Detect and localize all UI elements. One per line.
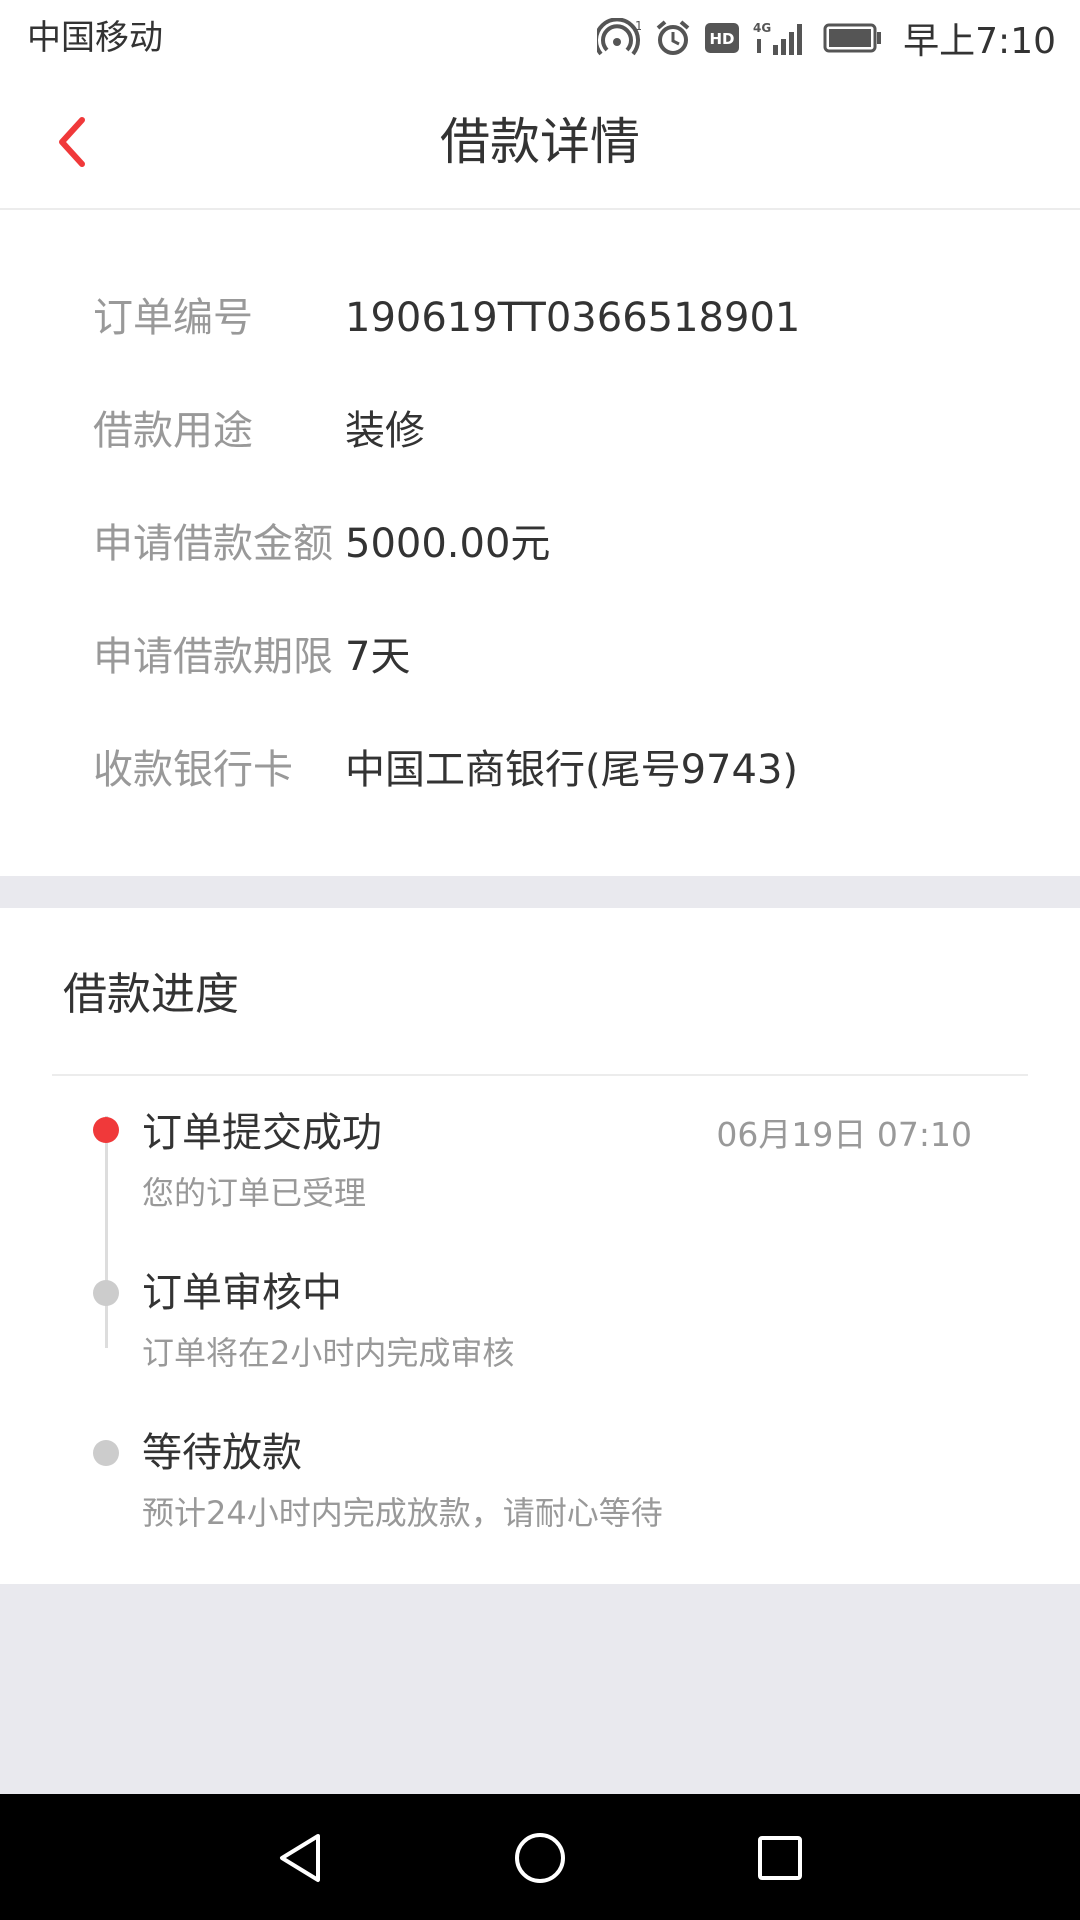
detail-value: 装修 xyxy=(345,408,425,454)
detail-value: 5000.00元 xyxy=(345,521,551,567)
detail-value: 7天 xyxy=(345,634,411,680)
page-title: 借款详情 xyxy=(440,113,640,171)
system-navigation-bar xyxy=(0,1794,1080,1920)
detail-label: 借款用途 xyxy=(93,408,253,454)
step-time: 06月19日 07:10 xyxy=(716,1115,972,1154)
detail-label: 申请借款金额 xyxy=(93,521,333,567)
alarm-icon xyxy=(656,20,690,55)
signal-icon: 4G xyxy=(753,21,803,55)
step-dot xyxy=(93,1440,119,1466)
nav-recents-button[interactable] xyxy=(744,1822,816,1894)
step-dot xyxy=(93,1280,119,1306)
detail-row-bank-card: 收款银行卡 中国工商银行(尾号9743) xyxy=(0,740,1080,800)
status-bar: 中国移动 1 HD 4G 早上7:10 xyxy=(0,0,1080,76)
square-recents-icon xyxy=(758,1836,802,1880)
step-title: 订单提交成功 xyxy=(142,1110,382,1156)
nav-back-button[interactable] xyxy=(264,1822,336,1894)
detail-value: 中国工商银行(尾号9743) xyxy=(345,747,799,793)
progress-step-submitted: 订单提交成功 06月19日 07:10 您的订单已受理 xyxy=(0,1103,1080,1223)
progress-step-awaiting-disbursement: 等待放款 预计24小时内完成放款，请耐心等待 xyxy=(0,1423,1080,1543)
nav-home-button[interactable] xyxy=(504,1822,576,1894)
status-icons: 1 HD 4G 早上7:10 xyxy=(597,10,1056,66)
hotspot-icon: 1 xyxy=(597,18,641,56)
circle-home-icon xyxy=(515,1833,565,1883)
detail-row-loan-term: 申请借款期限 7天 xyxy=(0,627,1080,687)
divider xyxy=(52,1074,1028,1076)
status-time: 早上7:10 xyxy=(903,21,1056,62)
detail-row-loan-amount: 申请借款金额 5000.00元 xyxy=(0,514,1080,574)
detail-label: 收款银行卡 xyxy=(93,747,293,793)
triangle-back-icon xyxy=(280,1834,320,1882)
step-dot-active xyxy=(93,1117,119,1143)
loan-details-card: 订单编号 190619TT0366518901 借款用途 装修 申请借款金额 5… xyxy=(0,210,1080,876)
step-desc: 您的订单已受理 xyxy=(142,1174,367,1212)
svg-text:1: 1 xyxy=(635,19,641,33)
progress-step-reviewing: 订单审核中 订单将在2小时内完成审核 xyxy=(0,1263,1080,1383)
hd-icon: HD xyxy=(705,23,740,53)
progress-title: 借款进度 xyxy=(63,969,239,1020)
detail-row-order-number: 订单编号 190619TT0366518901 xyxy=(0,288,1080,348)
header: 借款详情 xyxy=(0,76,1080,210)
step-desc: 预计24小时内完成放款，请耐心等待 xyxy=(142,1494,663,1532)
battery-icon xyxy=(823,23,882,53)
detail-value: 190619TT0366518901 xyxy=(345,295,801,341)
svg-text:HD: HD xyxy=(710,30,735,48)
detail-label: 申请借款期限 xyxy=(93,634,333,680)
step-desc: 订单将在2小时内完成审核 xyxy=(142,1334,515,1372)
step-title: 订单审核中 xyxy=(142,1270,342,1316)
detail-label: 订单编号 xyxy=(93,295,253,341)
carrier-name: 中国移动 xyxy=(27,18,163,58)
loan-progress-card: 借款进度 订单提交成功 06月19日 07:10 您的订单已受理 订单审核中 订… xyxy=(0,908,1080,1584)
svg-text:4G: 4G xyxy=(753,21,771,35)
step-title: 等待放款 xyxy=(142,1430,302,1476)
detail-row-loan-purpose: 借款用途 装修 xyxy=(0,401,1080,461)
